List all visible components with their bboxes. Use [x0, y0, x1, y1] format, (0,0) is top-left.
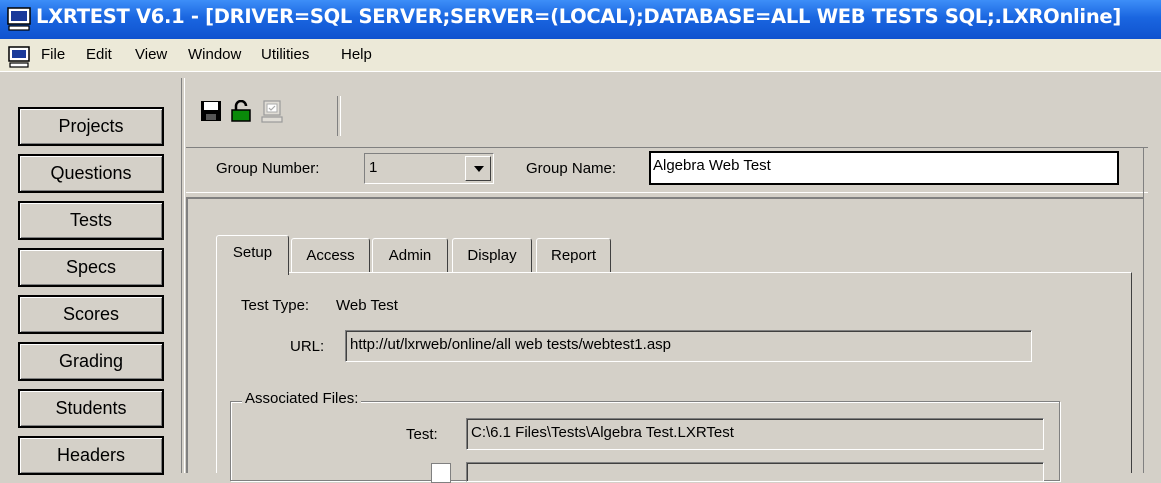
- chevron-down-icon: [474, 166, 484, 172]
- test-file-field[interactable]: C:\6.1 Files\Tests\Algebra Test.LXRTest: [466, 418, 1044, 450]
- url-field[interactable]: http://ut/lxrweb/online/all web tests/we…: [345, 330, 1032, 362]
- tab-display[interactable]: Display: [452, 238, 532, 272]
- tab-admin[interactable]: Admin: [372, 238, 448, 272]
- sidebar-button-grading[interactable]: Grading: [18, 342, 164, 381]
- vertical-divider: [181, 78, 185, 473]
- toolbar-separator: [337, 96, 341, 136]
- title-bar[interactable]: LXRTEST V6.1 - [DRIVER=SQL SERVER;SERVER…: [0, 0, 1161, 39]
- associated-files-label: Associated Files:: [242, 390, 362, 407]
- menu-utilities[interactable]: Utilities: [261, 46, 309, 63]
- group-name-label: Group Name:: [526, 160, 617, 177]
- menu-edit[interactable]: Edit: [86, 46, 112, 63]
- panel-edge: [1143, 147, 1144, 473]
- computer-icon: [260, 100, 284, 128]
- test-file-label: Test:: [406, 426, 438, 443]
- sidebar-button-headers[interactable]: Headers: [18, 436, 164, 475]
- window-title: LXRTEST V6.1 - [DRIVER=SQL SERVER;SERVER…: [36, 5, 1121, 28]
- tab-report[interactable]: Report: [536, 238, 611, 272]
- dropdown-button[interactable]: [465, 156, 491, 181]
- menu-window[interactable]: Window: [188, 46, 241, 63]
- sidebar-button-projects[interactable]: Projects: [18, 107, 164, 146]
- menu-bar: File Edit View Window Utilities Help: [0, 39, 1161, 72]
- sidebar-button-scores[interactable]: Scores: [18, 295, 164, 334]
- test-type-label: Test Type:: [241, 297, 310, 314]
- menu-file[interactable]: File: [41, 46, 65, 63]
- test-type-value: Web Test: [336, 297, 398, 314]
- toolbar: [186, 90, 346, 140]
- tab-access[interactable]: Access: [291, 238, 370, 272]
- sidebar-button-students[interactable]: Students: [18, 389, 164, 428]
- monitor-icon: [7, 7, 31, 35]
- group-number-combo[interactable]: 1: [364, 153, 494, 184]
- group-number-value: 1: [369, 159, 378, 176]
- menu-help[interactable]: Help: [341, 46, 372, 63]
- sidebar-button-specs[interactable]: Specs: [18, 248, 164, 287]
- save-icon[interactable]: [200, 100, 222, 126]
- url-label: URL:: [290, 338, 325, 355]
- group-name-field[interactable]: Algebra Web Test: [649, 151, 1119, 185]
- group-number-label: Group Number:: [216, 160, 320, 177]
- checkbox[interactable]: [431, 463, 451, 483]
- monitor-icon[interactable]: [8, 46, 30, 72]
- tab-setup[interactable]: Setup: [216, 235, 289, 275]
- menu-view[interactable]: View: [135, 46, 167, 63]
- sidebar-button-tests[interactable]: Tests: [18, 201, 164, 240]
- file-field-partial[interactable]: [466, 462, 1044, 482]
- unlock-icon[interactable]: [230, 99, 252, 126]
- sidebar-button-questions[interactable]: Questions: [18, 154, 164, 193]
